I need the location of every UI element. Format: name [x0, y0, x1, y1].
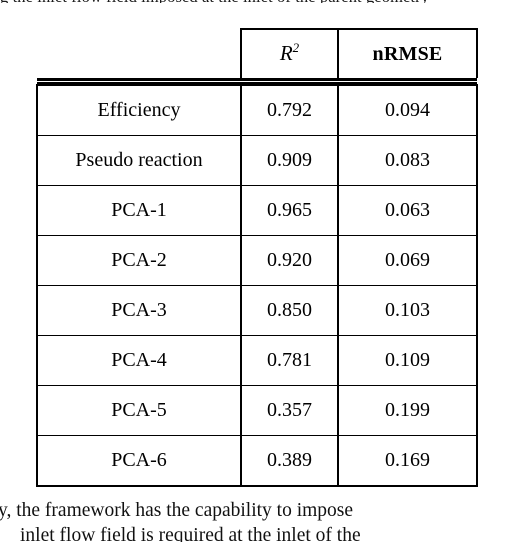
- cell-r-squared: 0.781: [240, 335, 339, 386]
- header-cell-nrmse: nRMSE: [337, 28, 478, 78]
- cell-label: Efficiency: [36, 84, 242, 136]
- cell-r-squared: 0.909: [240, 135, 339, 186]
- table-body: Efficiency 0.792 0.094 Pseudo reaction 0.909…: [36, 84, 478, 487]
- cell-nrmse: 0.069: [337, 235, 478, 286]
- table-row: PCA-3 0.850 0.103: [36, 285, 478, 336]
- body-text-line-2: inlet flow field is required at the inle…: [20, 525, 361, 542]
- table-row: PCA-4 0.781 0.109: [36, 335, 478, 386]
- cell-nrmse: 0.199: [337, 385, 478, 436]
- body-paragraph-below-table: y, the framework has the capability to i…: [0, 498, 512, 542]
- cell-nrmse: 0.103: [337, 285, 478, 336]
- r-squared-symbol: R2: [279, 40, 300, 65]
- cell-r-squared: 0.389: [240, 435, 339, 487]
- cell-nrmse: 0.063: [337, 185, 478, 236]
- cell-r-squared: 0.920: [240, 235, 339, 286]
- table-row: PCA-5 0.357 0.199: [36, 385, 478, 436]
- clipped-text-above-table: g the inlet flow field imposed at the in…: [0, 0, 512, 3]
- table-row: PCA-2 0.920 0.069: [36, 235, 478, 286]
- cell-nrmse: 0.169: [337, 435, 478, 487]
- table-row: PCA-6 0.389 0.169: [36, 435, 478, 487]
- cell-label: PCA-3: [36, 285, 242, 336]
- metrics-table-container: R2 nRMSE Efficiency 0.792 0.094 Pseudo reac…: [36, 28, 478, 487]
- header-cell-blank: [37, 29, 241, 78]
- table-header-row: R2 nRMSE: [37, 28, 478, 78]
- cell-label: Pseudo reaction: [36, 135, 242, 186]
- midrule-lower-line: [37, 81, 477, 84]
- table-header: R2 nRMSE: [37, 28, 478, 85]
- midrule-upper-line: [37, 78, 477, 81]
- body-text-line-1: y, the framework has the capability to i…: [0, 500, 354, 521]
- cell-nrmse: 0.083: [337, 135, 478, 186]
- nrmse-label: nRMSE: [372, 42, 443, 65]
- table-row: Pseudo reaction 0.909 0.083: [36, 135, 478, 186]
- header-cell-r2: R2: [240, 28, 339, 78]
- table-midrule-row: [37, 78, 477, 85]
- clipped-text-line: g the inlet flow field imposed at the in…: [0, 0, 429, 3]
- table-midrule-cell: [37, 78, 477, 85]
- metrics-table: R2 nRMSE Efficiency 0.792 0.094 Pseudo reac…: [36, 28, 478, 487]
- table-midrule: [37, 78, 477, 84]
- cell-r-squared: 0.357: [240, 385, 339, 436]
- table-row: PCA-1 0.965 0.063: [36, 185, 478, 236]
- cell-label: PCA-1: [36, 185, 242, 236]
- cell-r-squared: 0.792: [240, 84, 339, 136]
- r-squared-exponent: 2: [292, 40, 300, 55]
- cell-nrmse: 0.094: [337, 84, 478, 136]
- cell-label: PCA-4: [36, 335, 242, 386]
- cell-label: PCA-5: [36, 385, 242, 436]
- cell-r-squared: 0.850: [240, 285, 339, 336]
- cell-r-squared: 0.965: [240, 185, 339, 236]
- cell-label: PCA-2: [36, 235, 242, 286]
- cell-nrmse: 0.109: [337, 335, 478, 386]
- table-row: Efficiency 0.792 0.094: [36, 84, 478, 136]
- cell-label: PCA-6: [36, 435, 242, 487]
